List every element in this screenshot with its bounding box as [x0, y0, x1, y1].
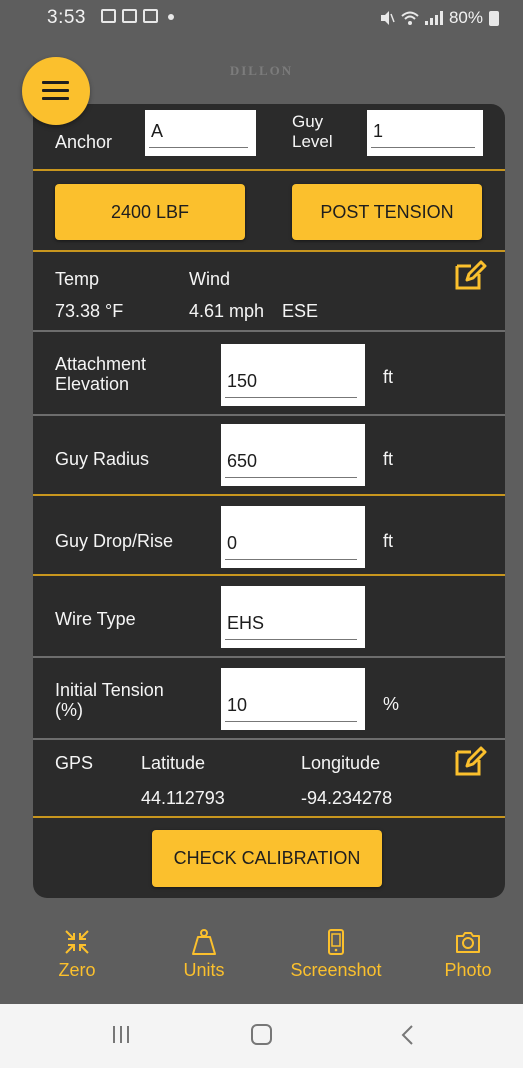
- divider: [33, 656, 505, 658]
- nav-item-zero[interactable]: Zero: [37, 920, 117, 1004]
- menu-button[interactable]: [22, 57, 90, 125]
- weight-icon: [192, 929, 216, 955]
- initial-tension-unit: %: [383, 694, 400, 714]
- divider: [33, 574, 505, 576]
- divider: [33, 414, 505, 416]
- wind-label: Wind: [189, 269, 231, 289]
- guy-drop-rise-label: Guy Drop/Rise: [55, 531, 174, 551]
- lbf-button[interactable]: 2400 LBF: [55, 184, 245, 240]
- hamburger-icon-line: [42, 97, 69, 100]
- guy-level-field[interactable]: 1: [367, 110, 483, 156]
- zero-icon: [65, 930, 89, 954]
- guy-level-value: 1: [373, 121, 384, 141]
- home-icon[interactable]: [251, 1024, 272, 1045]
- field-underline: [149, 147, 248, 148]
- guy-drop-rise-unit: ft: [383, 531, 394, 551]
- phone-screenshot-icon: [328, 929, 344, 955]
- field-underline: [225, 559, 357, 560]
- divider: [33, 330, 505, 332]
- nav-label-screenshot: Screenshot: [290, 960, 382, 980]
- camera-icon: [456, 932, 480, 953]
- attachment-elevation-unit: ft: [383, 367, 394, 387]
- status-time: 3:53: [47, 7, 86, 28]
- system-nav-bar: [0, 1004, 523, 1068]
- message-icon: [101, 9, 116, 23]
- recents-icon[interactable]: [113, 1026, 129, 1043]
- field-underline: [225, 397, 357, 398]
- guy-radius-label: Guy Radius: [55, 449, 150, 469]
- nav-label-units: Units: [183, 960, 225, 980]
- guy-radius-value: 650: [227, 451, 258, 471]
- nav-label-photo: Photo: [444, 960, 492, 980]
- latitude-label: Latitude: [141, 753, 206, 773]
- wifi-icon: [401, 11, 419, 25]
- status-bar: 3:53 80%: [0, 0, 523, 34]
- wire-type-label: Wire Type: [55, 609, 136, 629]
- field-underline: [225, 639, 357, 640]
- divider: [33, 738, 505, 740]
- wire-type-value: EHS: [227, 613, 265, 633]
- guy-radius-unit: ft: [383, 449, 394, 469]
- mute-icon: [380, 11, 395, 25]
- field-underline: [225, 477, 357, 478]
- attachment-elevation-label-line2: Elevation: [55, 374, 130, 394]
- bottom-nav: Zero Units Screenshot Photo: [0, 920, 523, 1004]
- divider: [33, 816, 505, 818]
- attachment-elevation-value: 150: [227, 371, 258, 391]
- initial-tension-label-line2: (%): [55, 700, 83, 720]
- gps-label: GPS: [55, 753, 94, 773]
- message-icon: [143, 9, 158, 23]
- back-icon[interactable]: [400, 1024, 414, 1046]
- guy-level-label-line1: Guy: [292, 112, 324, 131]
- field-underline: [371, 147, 475, 148]
- guy-drop-rise-value: 0: [227, 533, 238, 553]
- temp-value: 73.38 °F: [55, 301, 124, 321]
- attachment-elevation-label-line1: Attachment: [55, 354, 147, 374]
- initial-tension-label: Initial Tension (%): [55, 680, 164, 720]
- initial-tension-field[interactable]: 10: [221, 668, 365, 730]
- check-calibration-button[interactable]: CHECK CALIBRATION: [152, 830, 382, 887]
- divider: [33, 169, 505, 171]
- nav-item-screenshot[interactable]: Screenshot: [276, 920, 396, 1004]
- wind-value: 4.61 mph: [189, 301, 265, 321]
- battery-icon: [489, 10, 499, 26]
- field-underline: [225, 721, 357, 722]
- longitude-value: -94.234278: [301, 788, 393, 808]
- divider: [33, 250, 505, 252]
- settings-card: Anchor A Guy Level 1 2400 LBF POST TENSI…: [33, 104, 505, 898]
- attachment-elevation-label: Attachment Elevation: [55, 354, 146, 394]
- wind-direction: ESE: [282, 301, 319, 321]
- edit-icon[interactable]: [453, 744, 487, 778]
- anchor-value: A: [151, 121, 164, 141]
- initial-tension-label-line1: Initial Tension: [55, 680, 164, 700]
- anchor-label: Anchor: [55, 132, 113, 152]
- image-icon: [122, 9, 137, 23]
- hamburger-icon-line: [42, 89, 69, 92]
- post-tension-button[interactable]: POST TENSION: [292, 184, 482, 240]
- notification-icons: [101, 9, 174, 23]
- hamburger-icon: [42, 81, 69, 84]
- wire-type-field[interactable]: EHS: [221, 586, 365, 648]
- nav-item-units[interactable]: Units: [164, 920, 244, 1004]
- longitude-label: Longitude: [301, 753, 381, 773]
- guy-level-label-line2: Level: [292, 132, 333, 151]
- dot-icon: [168, 14, 174, 20]
- system-status: 80%: [379, 8, 499, 28]
- battery-percent: 80%: [448, 8, 483, 27]
- divider: [33, 494, 505, 496]
- temp-label: Temp: [55, 269, 100, 289]
- signal-icon: [424, 11, 443, 25]
- nav-label-zero: Zero: [58, 960, 96, 980]
- edit-icon[interactable]: [453, 258, 487, 292]
- anchor-field[interactable]: A: [145, 110, 256, 156]
- latitude-value: 44.112793: [141, 788, 225, 808]
- guy-radius-field[interactable]: 650: [221, 424, 365, 486]
- attachment-elevation-field[interactable]: 150: [221, 344, 365, 406]
- guy-level-label: Guy Level: [292, 112, 333, 152]
- nav-item-photo[interactable]: Photo: [428, 920, 508, 1004]
- guy-drop-rise-field[interactable]: 0: [221, 506, 365, 568]
- initial-tension-value: 10: [227, 695, 248, 715]
